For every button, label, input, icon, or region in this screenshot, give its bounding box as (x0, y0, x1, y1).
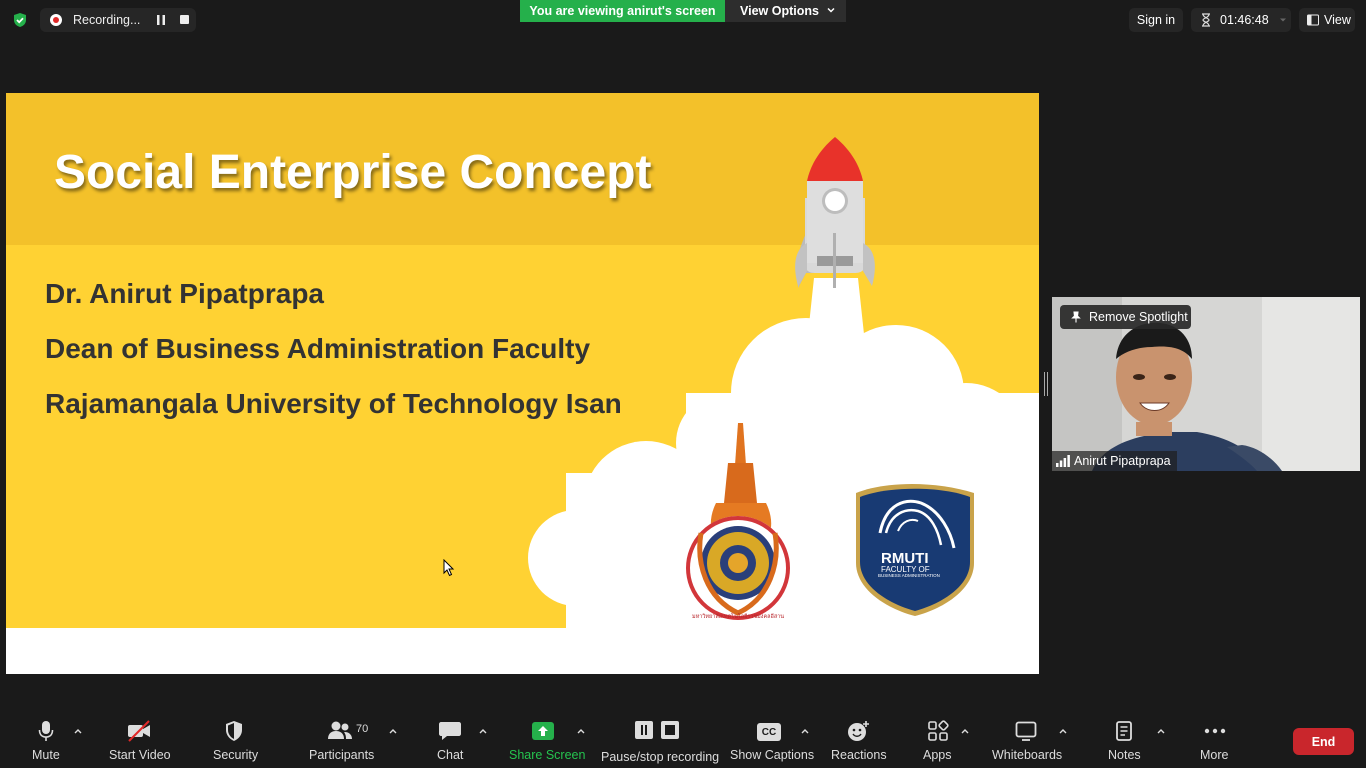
whiteboards-options-caret-icon[interactable] (1058, 727, 1068, 735)
notes-icon (1116, 721, 1132, 741)
presenter-name: Dr. Anirut Pipatprapa (45, 278, 325, 309)
pause-recording-icon[interactable] (156, 15, 166, 25)
participant-video-tile[interactable]: Remove Spotlight Anirut Pipatprapa (1052, 297, 1360, 471)
view-button[interactable]: View (1299, 8, 1355, 32)
apps-label: Apps (923, 748, 952, 762)
whiteboard-icon (1015, 721, 1037, 741)
captions-options-caret-icon[interactable] (800, 727, 810, 735)
shared-screen[interactable]: Social Enterprise Concept Dr. Anirut Pip… (6, 93, 1039, 674)
reactions-label: Reactions (831, 748, 887, 762)
view-options-button[interactable]: View Options (725, 0, 846, 22)
start-video-button[interactable]: Start Video (106, 714, 172, 768)
pause-stop-recording-label: Pause/stop recording (601, 750, 720, 764)
participant-count: 70 (356, 723, 369, 735)
chat-options-caret-icon[interactable] (478, 727, 488, 735)
remove-spotlight-button[interactable]: Remove Spotlight (1060, 305, 1191, 329)
notes-options-caret-icon[interactable] (1156, 727, 1166, 735)
viewing-screen-banner: You are viewing anirut's screen (520, 0, 725, 22)
recording-indicator: Recording... (40, 8, 196, 32)
shield-check-icon[interactable] (12, 12, 28, 28)
chat-bubble-icon (439, 722, 461, 740)
participants-options-caret-icon[interactable] (388, 727, 398, 735)
pin-icon (1071, 311, 1081, 323)
microphone-icon (38, 721, 54, 741)
view-label: View (1324, 13, 1351, 27)
apps-button[interactable]: Apps (920, 714, 954, 768)
recording-dot-icon (50, 14, 62, 26)
layout-icon (1307, 14, 1319, 26)
mouse-cursor-icon (443, 559, 455, 577)
sign-in-button[interactable]: Sign in (1129, 8, 1183, 32)
share-screen-button[interactable]: Share Screen (507, 714, 585, 768)
timer-dropdown-icon (1279, 18, 1286, 22)
pause-stop-recording-button[interactable]: Pause/stop recording (600, 714, 720, 768)
participant-name-bar: Anirut Pipatprapa (1052, 451, 1177, 471)
video-camera-off-icon (128, 720, 150, 742)
participants-label: Participants (309, 748, 375, 762)
rmuti-logo-subtitle-2: BUSINESS ADMINISTRATION (878, 573, 940, 578)
share-screen-arrow-icon (532, 722, 554, 740)
reaction-emoji-icon (848, 721, 869, 741)
participant-name: Anirut Pipatprapa (1074, 454, 1171, 468)
more-dots-icon (1204, 728, 1226, 734)
security-shield-icon (226, 721, 242, 741)
slide-title: Social Enterprise Concept (54, 146, 652, 199)
closed-captions-icon: CC (757, 723, 781, 741)
remove-spotlight-label: Remove Spotlight (1089, 310, 1188, 324)
view-options-label: View Options (740, 4, 819, 18)
apps-grid-icon (928, 720, 949, 741)
security-button[interactable]: Security (211, 714, 259, 768)
end-meeting-button[interactable]: End (1293, 728, 1354, 755)
participants-icon (328, 721, 352, 739)
apps-options-caret-icon[interactable] (960, 727, 970, 735)
meeting-topbar: Recording... You are viewing anirut's sc… (0, 0, 1366, 40)
share-options-caret-icon[interactable] (576, 727, 586, 735)
meeting-timer[interactable]: 01:46:48 (1191, 8, 1291, 32)
notes-label: Notes (1108, 748, 1141, 762)
mute-label: Mute (32, 748, 60, 762)
more-button[interactable]: More (1196, 714, 1234, 768)
seal-inscription: มหาวิทยาลัยเทคโนโลยีราชมงคลอีสาน (692, 614, 784, 620)
notes-button[interactable]: Notes (1104, 714, 1144, 768)
signal-strength-icon (1056, 455, 1070, 467)
security-label: Security (213, 748, 259, 762)
meeting-toolbar: Mute Start Video Security 70 Participant… (0, 714, 1366, 768)
chevron-down-icon (827, 7, 835, 13)
show-captions-label: Show Captions (730, 748, 815, 762)
show-captions-button[interactable]: CC Show Captions (730, 714, 814, 768)
panel-resize-handle[interactable] (1044, 372, 1048, 396)
whiteboards-button[interactable]: Whiteboards (990, 714, 1062, 768)
pause-stop-icon (635, 721, 679, 739)
reactions-button[interactable]: Reactions (830, 714, 887, 768)
more-label: More (1200, 748, 1229, 762)
stop-recording-icon[interactable] (180, 15, 189, 24)
recording-label: Recording... (73, 13, 141, 27)
mute-button[interactable]: Mute (26, 714, 66, 768)
presenter-role: Dean of Business Administration Faculty (45, 333, 591, 364)
chat-label: Chat (437, 748, 464, 762)
whiteboards-label: Whiteboards (992, 748, 1063, 762)
share-screen-label: Share Screen (509, 748, 586, 762)
elapsed-time: 01:46:48 (1220, 13, 1269, 27)
rocket-illustration (795, 137, 875, 288)
presenter-university: Rajamangala University of Technology Isa… (45, 388, 622, 419)
participants-button[interactable]: 70 Participants (307, 714, 375, 768)
start-video-label: Start Video (109, 748, 171, 762)
chat-button[interactable]: Chat (433, 714, 467, 768)
audio-options-caret-icon[interactable] (73, 727, 83, 735)
hourglass-icon (1202, 13, 1210, 27)
